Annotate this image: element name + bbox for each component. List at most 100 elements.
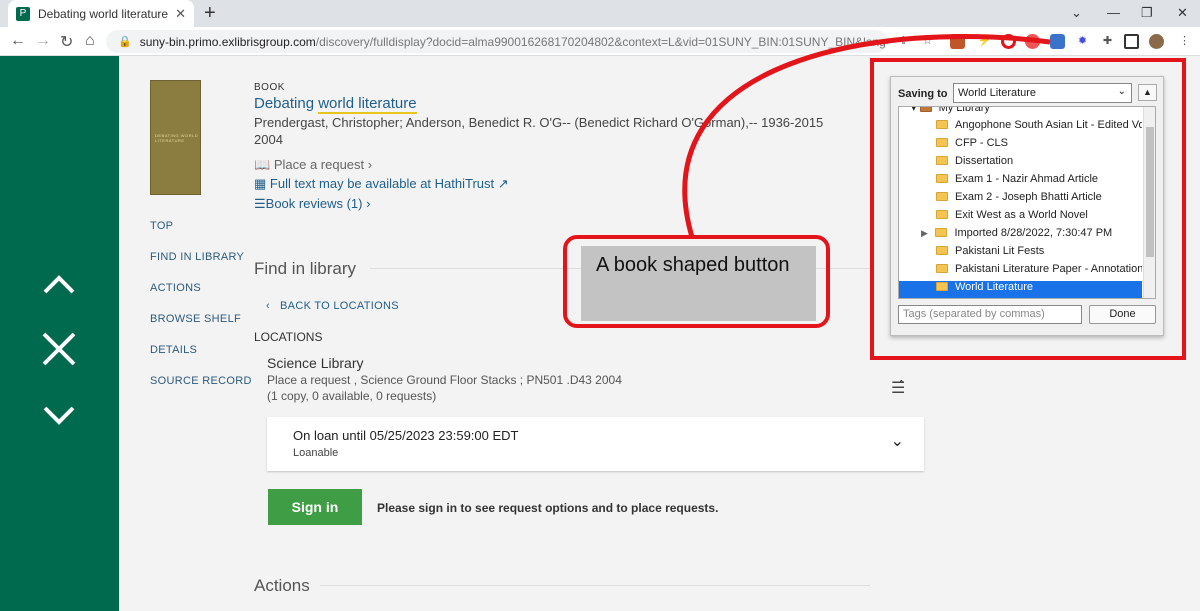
chevron-right-icon: › [362, 196, 371, 211]
sort-filter-icon[interactable]: ☰̂ [891, 378, 905, 398]
tree-item-label: My Library [938, 106, 990, 114]
browser-tab[interactable]: P Debating world literature - Bingh ✕ [8, 0, 194, 27]
resource-type: BOOK [254, 82, 285, 93]
address-bar[interactable]: 🔒 suny-bin.primo.exlibrisgroup.com/disco… [106, 30, 888, 53]
folder-icon [936, 174, 948, 183]
folder-icon [936, 138, 948, 147]
tree-item-label: Dissertation [955, 155, 1014, 167]
folder-icon [936, 282, 948, 291]
tree-item-selected[interactable]: World Literature [899, 281, 1142, 298]
profile-avatar[interactable] [1149, 34, 1164, 49]
tree-scrollbar[interactable] [1143, 107, 1155, 298]
tree-item[interactable]: Pakistani Literature Paper - Annotation [899, 263, 1142, 281]
tree-item[interactable]: CFP - CLS [899, 137, 1142, 155]
extension-red-icon[interactable] [1025, 34, 1040, 49]
locations-label: LOCATIONS [254, 330, 323, 344]
reload-icon[interactable]: ↻ [60, 32, 73, 52]
tags-input[interactable]: Tags (separated by commas) [898, 305, 1082, 324]
sidenav-top[interactable]: TOP [150, 220, 173, 232]
collapse-tree-button[interactable]: ▲ [1138, 84, 1157, 101]
sidenav-browse-shelf[interactable]: BROWSE SHELF [150, 313, 241, 325]
bookmark-star-icon[interactable]: ☆ [920, 34, 935, 49]
sidenav-actions[interactable]: ACTIONS [150, 282, 201, 294]
tree-item[interactable]: Angophone South Asian Lit - Edited Vo [899, 119, 1142, 137]
record-title[interactable]: Debating world literature [254, 95, 417, 114]
item-row[interactable]: On loan until 05/25/2023 23:59:00 EDT Lo… [267, 417, 924, 471]
tree-item[interactable]: Pakistani Lit Fests [899, 245, 1142, 263]
maximize-icon[interactable]: ❐ [1141, 5, 1153, 21]
library-icon [919, 107, 932, 112]
title-highlight: world literature [318, 95, 417, 114]
tree-item[interactable]: Dissertation [899, 155, 1142, 173]
new-tab-icon[interactable]: + [204, 3, 216, 23]
close-tab-icon[interactable]: ✕ [175, 6, 186, 22]
expand-chevron-icon[interactable]: ⌄ [891, 431, 904, 451]
tree-item[interactable]: Exit West as a World Novel [899, 209, 1142, 227]
back-icon[interactable]: ← [10, 32, 26, 50]
extension-icon[interactable] [950, 34, 965, 49]
folder-icon [936, 192, 948, 201]
extensions-puzzle-icon[interactable]: ✚ [1100, 34, 1115, 49]
hathitrust-link[interactable]: ▦ Full text may be available at HathiTru… [254, 176, 509, 192]
tree-item[interactable]: ▶ Imported 8/28/2022, 7:30:47 PM [899, 227, 1142, 245]
actions-heading: Actions [254, 576, 310, 595]
zotero-connector-icon[interactable] [1050, 34, 1065, 49]
cover-text: DEBATING WORLD LITERATURE [155, 133, 199, 143]
zotero-save-panel: Saving to World Literature ⌄ ▲ ▾ My Libra… [890, 76, 1164, 336]
folder-icon [936, 210, 948, 219]
share-icon[interactable]: ⇪ [896, 34, 911, 49]
record-authors: Prendergast, Christopher; Anderson, Bene… [254, 115, 824, 130]
book-cover-image[interactable]: DEBATING WORLD LITERATURE [150, 80, 201, 195]
minimize-icon[interactable]: — [1107, 5, 1120, 20]
expanded-arrow-icon: ▾ [911, 106, 920, 114]
tab-search-icon[interactable]: ⌄ [1071, 5, 1082, 21]
sign-in-button[interactable]: Sign in [268, 489, 362, 525]
scrollbar-thumb[interactable] [1146, 127, 1154, 257]
scroll-up-icon[interactable] [40, 266, 78, 304]
extension-ring-icon[interactable] [1001, 34, 1016, 49]
loan-policy: Loanable [293, 447, 339, 459]
menu-kebab-icon[interactable]: ⋮ [1177, 34, 1192, 49]
close-window-icon[interactable]: ✕ [1177, 5, 1188, 21]
library-name: Science Library [267, 355, 364, 371]
tab-strip: P Debating world literature - Bingh ✕ + … [0, 0, 1200, 27]
extension-gear-icon[interactable]: ✹ [1075, 34, 1090, 49]
tree-item-my-library[interactable]: ▾ My Library [899, 106, 1142, 119]
loan-status: On loan until 05/25/2023 23:59:00 EDT [293, 428, 519, 443]
navigation-sidebar [0, 56, 119, 611]
tree-item[interactable]: Exam 2 - Joseph Bhatti Article [899, 191, 1142, 209]
folder-icon [936, 120, 948, 129]
sidenav-details[interactable]: DETAILS [150, 344, 197, 356]
chevron-left-icon: ‹ [266, 300, 281, 312]
external-link-icon: ↗ [494, 176, 509, 191]
place-request-link[interactable]: 📖 Place a request › [254, 157, 372, 173]
tree-item-label: Exit West as a World Novel [955, 209, 1088, 221]
tree-item-label: Pakistani Literature Paper - Annotation [955, 263, 1142, 275]
scroll-down-icon[interactable] [40, 396, 78, 434]
home-icon[interactable]: ⌂ [85, 32, 95, 50]
copy-availability: (1 copy, 0 available, 0 requests) [267, 389, 437, 403]
reviews-icon: ☰ [254, 196, 266, 211]
collection-select[interactable]: World Literature ⌄ [953, 83, 1132, 103]
forward-icon[interactable]: → [35, 32, 51, 50]
side-panel-icon[interactable] [1124, 34, 1139, 49]
record-year: 2004 [254, 132, 283, 147]
tree-item-label: Pakistani Lit Fests [955, 245, 1045, 257]
back-to-locations-link[interactable]: ‹ BACK TO LOCATIONS [266, 300, 399, 312]
back-label: BACK TO LOCATIONS [280, 300, 399, 312]
chevron-down-icon: ⌄ [1117, 86, 1126, 97]
sidenav-find-in-library[interactable]: FIND IN LIBRARY [150, 251, 244, 263]
tree-item[interactable]: Exam 1 - Nazir Ahmad Article [899, 173, 1142, 191]
book-reviews-link[interactable]: ☰Book reviews (1) › [254, 196, 370, 212]
tree-item-label: CFP - CLS [955, 137, 1008, 149]
extension-bolt-icon[interactable]: ⚡ [977, 34, 992, 49]
sidenav-source-record[interactable]: SOURCE RECORD [150, 375, 252, 387]
sign-in-message: Please sign in to see request options an… [377, 501, 719, 515]
site-favicon-icon: P [16, 6, 30, 21]
actions-divider [320, 585, 870, 586]
tree-item-label: World Literature [955, 281, 1034, 293]
chevron-right-icon: › [364, 157, 373, 172]
lock-icon: 🔒 [118, 36, 132, 48]
close-record-icon[interactable] [40, 330, 78, 368]
done-button[interactable]: Done [1089, 305, 1156, 324]
